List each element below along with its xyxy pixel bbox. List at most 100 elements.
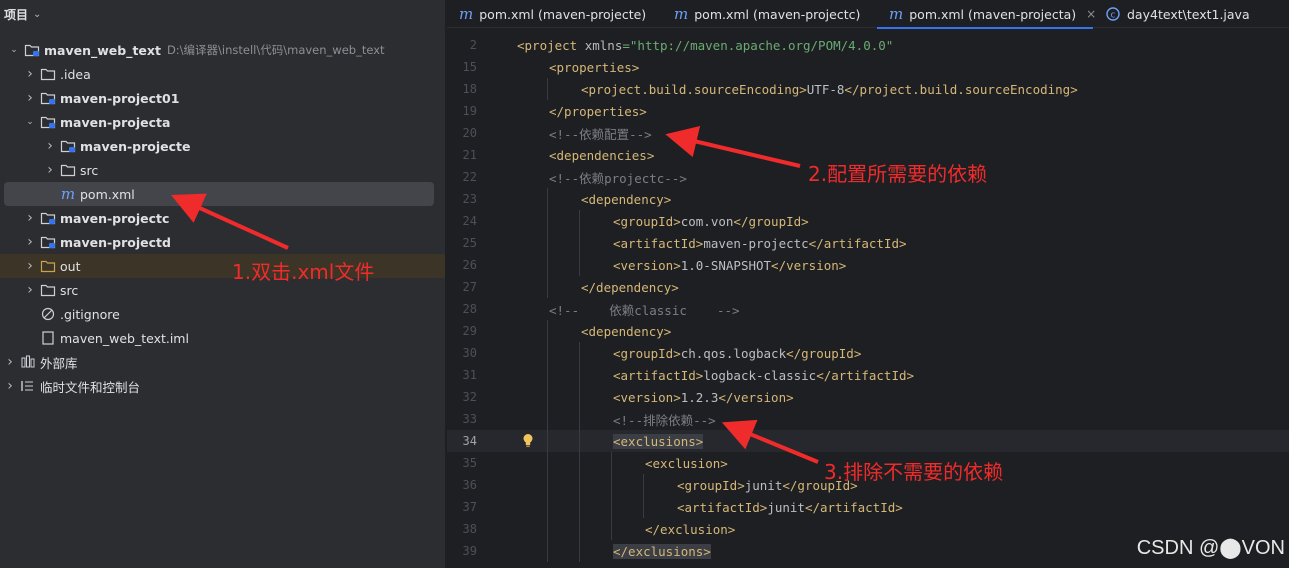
chevron-down-icon[interactable]: ⌄ xyxy=(33,9,41,20)
project-path: D:\编译器\instell\代码\maven_web_text xyxy=(166,43,385,57)
indent-guide xyxy=(579,210,580,232)
code-line[interactable]: 27 </dependency> xyxy=(447,276,1289,298)
code-line[interactable]: 24 <groupId>com.von</groupId> xyxy=(447,210,1289,232)
indent-guide xyxy=(547,320,548,342)
module-folder-icon xyxy=(40,211,56,225)
tree-item-maven-web-text[interactable]: ⌄ maven_web_text D:\编译器\instell\代码\maven_w… xyxy=(0,38,445,62)
tree-item-label: .gitignore xyxy=(60,306,120,322)
tree-item-maven-project01[interactable]: › maven-project01 xyxy=(0,86,445,110)
editor-tab[interactable]: c day4text\text1.java xyxy=(1093,0,1263,28)
chevron-right-icon[interactable]: › xyxy=(24,90,36,106)
chevron-right-icon[interactable]: › xyxy=(4,354,16,370)
chevron-right-icon[interactable]: › xyxy=(24,234,36,250)
excluded-folder-icon xyxy=(40,259,56,273)
chevron-right-icon[interactable]: › xyxy=(44,138,56,154)
indent-guide xyxy=(547,342,548,364)
indent-guide xyxy=(579,518,580,540)
indent-guide xyxy=(611,496,612,518)
indent-guide xyxy=(579,232,580,254)
code-text: <!--排除依赖--> xyxy=(613,412,716,428)
tree-item-out[interactable]: › out xyxy=(0,254,445,278)
editor-tab-bar: m pom.xml (maven-projecte) m pom.xml (maven… xyxy=(447,0,1289,29)
indent-guide xyxy=(579,496,580,518)
tree-item-maven-web-text-iml[interactable]: maven_web_text.iml xyxy=(0,326,445,350)
code-line[interactable]: 2 <project xmlns="http://maven.apache.org… xyxy=(447,34,1289,56)
indent-guide xyxy=(579,474,580,496)
tree-item-[interactable]: › 临时文件和控制台 xyxy=(0,374,445,398)
tree-item-maven-projectc[interactable]: › maven-projectc xyxy=(0,206,445,230)
indent-guide xyxy=(547,408,548,430)
project-tool-window: 项目 ⌄ ⌄ maven_web_text D:\编译器\instell\代码\ma… xyxy=(0,0,446,568)
tree-item-label: pom.xml xyxy=(80,186,135,202)
indent-guide xyxy=(611,452,612,474)
code-line[interactable]: 20 <!--依赖配置--> xyxy=(447,122,1289,144)
tree-item-pom-xml[interactable]: m pom.xml xyxy=(4,182,434,206)
line-number: 32 xyxy=(462,390,477,404)
tree-item-label: src xyxy=(80,162,99,178)
chevron-right-icon[interactable]: › xyxy=(24,282,36,298)
tree-item-src[interactable]: › src xyxy=(0,158,445,182)
indent-guide xyxy=(611,474,612,496)
code-text: <dependency> xyxy=(581,323,672,339)
indent-guide xyxy=(579,386,580,408)
code-line[interactable]: 25 <artifactId>maven-projectc</artifactId… xyxy=(447,232,1289,254)
line-number: 29 xyxy=(462,324,477,338)
code-line[interactable]: 37 <artifactId>junit</artifactId> xyxy=(447,496,1289,518)
indent-guide xyxy=(579,254,580,276)
java-class-icon: c xyxy=(1105,7,1121,21)
tree-item-src[interactable]: › src xyxy=(0,278,445,302)
code-line[interactable]: 34 <exclusions> xyxy=(447,430,1289,452)
code-text: <project.build.sourceEncoding>UTF-8</pro… xyxy=(581,81,1078,97)
line-number: 39 xyxy=(462,544,477,558)
chevron-right-icon[interactable]: › xyxy=(24,210,36,226)
tree-item-gitignore[interactable]: .gitignore xyxy=(0,302,445,326)
code-line[interactable]: 19 </properties> xyxy=(447,100,1289,122)
project-view-header[interactable]: 项目 ⌄ xyxy=(0,0,445,28)
chevron-right-icon[interactable]: › xyxy=(24,258,36,274)
code-line[interactable]: 28 <!-- 依赖classic --> xyxy=(447,298,1289,320)
code-text: <properties> xyxy=(549,59,640,75)
indent-guide xyxy=(547,364,548,386)
chevron-down-icon[interactable]: ⌄ xyxy=(8,45,20,55)
chevron-right-icon[interactable]: › xyxy=(24,66,36,82)
editor-tab[interactable]: m pom.xml (maven-projecta) × xyxy=(877,0,1096,29)
indent-guide xyxy=(611,518,612,540)
code-line[interactable]: 30 <groupId>ch.qos.logback</groupId> xyxy=(447,342,1289,364)
code-line[interactable]: 29 <dependency> xyxy=(447,320,1289,342)
lightbulb-icon[interactable] xyxy=(522,433,534,451)
tree-item-maven-projecte[interactable]: › maven-projecte xyxy=(0,134,445,158)
chevron-down-icon[interactable]: ⌄ xyxy=(24,117,36,127)
editor-tab[interactable]: m pom.xml (maven-projectc) xyxy=(662,0,877,28)
code-text: <version>1.0-SNAPSHOT</version> xyxy=(613,257,847,273)
chevron-right-icon[interactable]: › xyxy=(44,162,56,178)
code-line[interactable]: 32 <version>1.2.3</version> xyxy=(447,386,1289,408)
tree-item-label: maven_web_text.iml xyxy=(60,330,189,346)
indent-guide xyxy=(547,474,548,496)
tree-item-label: maven-projectc xyxy=(60,210,170,226)
chevron-right-icon[interactable]: › xyxy=(4,378,16,394)
code-line[interactable]: 23 <dependency> xyxy=(447,188,1289,210)
code-text: <project xmlns="http://maven.apache.org/… xyxy=(517,37,894,53)
module-folder-icon xyxy=(40,115,56,129)
code-line[interactable]: 33 <!--排除依赖--> xyxy=(447,408,1289,430)
indent-guide xyxy=(547,540,548,562)
code-text: <exclusion> xyxy=(645,455,728,471)
indent-guide xyxy=(547,232,548,254)
code-line[interactable]: 15 <properties> xyxy=(447,56,1289,78)
editor-tab-label: pom.xml (maven-projecte) xyxy=(479,6,647,22)
indent-guide xyxy=(547,452,548,474)
code-line[interactable]: 26 <version>1.0-SNAPSHOT</version> xyxy=(447,254,1289,276)
line-number: 31 xyxy=(462,368,477,382)
line-number: 18 xyxy=(462,82,477,96)
tree-item-maven-projecta[interactable]: ⌄ maven-projecta xyxy=(0,110,445,134)
code-line[interactable]: 18 <project.build.sourceEncoding>UTF-8</p… xyxy=(447,78,1289,100)
editor-tab[interactable]: m pom.xml (maven-projecte) xyxy=(447,0,662,28)
code-text: <exclusions> xyxy=(613,433,704,449)
tree-item-idea[interactable]: › .idea xyxy=(0,62,445,86)
tree-item-[interactable]: › 外部库 xyxy=(0,350,445,374)
code-text: </properties> xyxy=(549,103,647,119)
code-text: <!--依赖配置--> xyxy=(549,126,652,142)
tree-item-maven-projectd[interactable]: › maven-projectd xyxy=(0,230,445,254)
code-line[interactable]: 31 <artifactId>logback-classic</artifactI… xyxy=(447,364,1289,386)
line-number: 30 xyxy=(462,346,477,360)
